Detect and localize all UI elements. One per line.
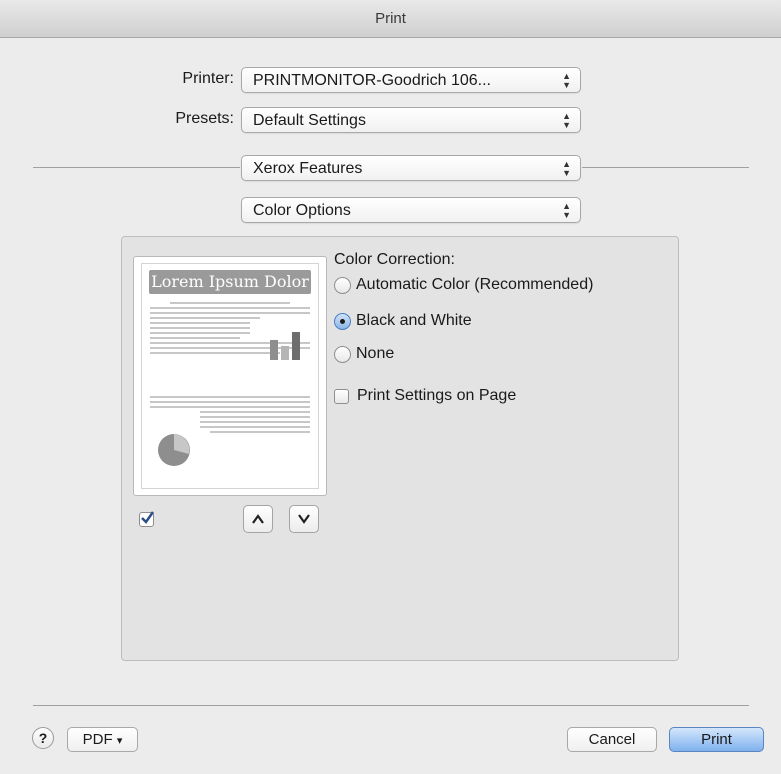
print-settings-on-page-row[interactable]: Print Settings on Page [334,387,516,405]
presets-value: Default Settings [253,112,366,129]
popup-arrows-icon: ▲ ▼ [562,159,571,178]
printer-popup[interactable]: PRINTMONITOR-Goodrich 106... ▲ ▼ [241,67,581,93]
section-popup[interactable]: Xerox Features ▲ ▼ [241,155,581,181]
move-up-button[interactable] [243,505,273,533]
preview-heading: Lorem Ipsum Dolor [149,270,311,294]
separator-right [582,167,749,168]
presets-label: Presets: [175,110,234,127]
footer-separator [33,705,749,706]
cancel-button[interactable]: Cancel [567,727,657,752]
radio-button-selected[interactable] [334,312,351,330]
page-preview: Lorem Ipsum Dolor [133,256,327,496]
dropdown-arrow-icon: ▾ [116,735,123,747]
radio-button[interactable] [334,345,351,363]
preview-text-block-2 [150,396,310,436]
radio-label: Black and White [356,312,472,329]
move-down-button[interactable] [289,505,319,533]
pdf-label: PDF [82,731,113,748]
bar-chart-icon [270,332,300,360]
window-title-bar: Print [0,0,781,38]
radio-button[interactable] [334,276,351,294]
chevron-up-icon [252,514,264,524]
pie-chart-icon [158,434,190,466]
preview-checkbox[interactable] [139,511,154,527]
print-button[interactable]: Print [669,727,764,752]
radio-label: None [356,345,395,362]
window-title: Print [375,10,406,27]
printer-value: PRINTMONITOR-Goodrich 106... [253,72,491,89]
subsection-value: Color Options [253,202,351,219]
print-settings-checkbox[interactable] [334,388,349,404]
subsection-popup[interactable]: Color Options ▲ ▼ [241,197,581,223]
preview-page: Lorem Ipsum Dolor [141,263,319,489]
radio-none[interactable]: None [334,345,394,363]
help-icon: ? [38,730,48,746]
print-settings-label: Print Settings on Page [357,387,517,404]
cancel-label: Cancel [588,731,636,748]
popup-arrows-icon: ▲ ▼ [562,111,571,130]
section-value: Xerox Features [253,160,363,177]
radio-automatic-color[interactable]: Automatic Color (Recommended) [334,276,593,294]
popup-arrows-icon: ▲ ▼ [562,201,571,220]
popup-arrows-icon: ▲ ▼ [562,71,571,90]
radio-label: Automatic Color (Recommended) [356,276,594,293]
printer-label: Printer: [182,70,234,87]
print-label: Print [701,731,732,748]
chevron-down-icon [298,514,310,524]
pdf-menu-button[interactable]: PDF ▾ [67,727,138,752]
presets-popup[interactable]: Default Settings ▲ ▼ [241,107,581,133]
color-correction-label: Color Correction: [334,251,455,268]
help-button[interactable]: ? [32,727,54,749]
separator-left [33,167,240,168]
checkmark-icon [141,511,154,524]
radio-black-and-white[interactable]: Black and White [334,312,472,330]
